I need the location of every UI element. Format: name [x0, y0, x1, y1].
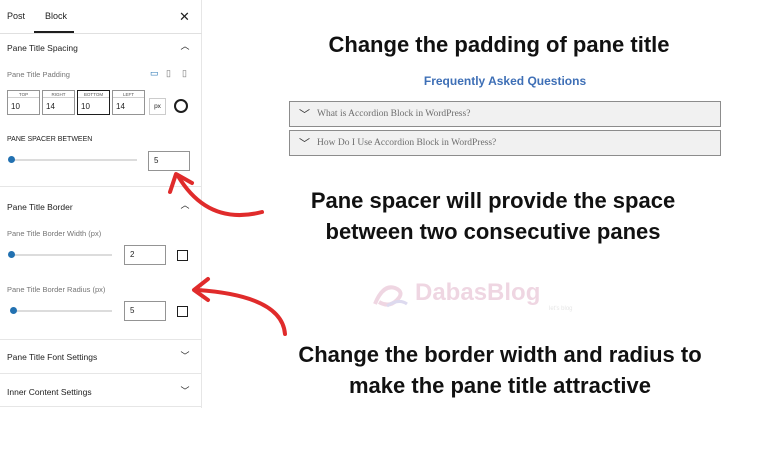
arrow-to-border	[196, 288, 287, 336]
annotation-border-line-1: Change the border width and radius to	[298, 342, 702, 367]
annotation-spacer-line-1: Pane spacer will provide the space	[310, 188, 676, 213]
watermark-subtext: let's blog	[549, 306, 573, 312]
padding-right-value: 14	[46, 102, 55, 111]
chevron-down-icon: ﹀	[299, 109, 310, 121]
border-width-input[interactable]: 2	[124, 245, 166, 265]
border-width-slider-thumb[interactable]	[8, 251, 15, 258]
annotation-spacer: Pane spacer will provide the space betwe…	[262, 185, 724, 247]
close-icon[interactable]: ✕	[179, 9, 190, 25]
padding-right-label: RIGHT	[43, 91, 74, 98]
chevron-down-icon: ﹀	[299, 138, 310, 150]
padding-bottom-value: 10	[81, 102, 90, 111]
link-values-icon[interactable]	[174, 99, 188, 113]
padding-left-value: 14	[116, 102, 125, 111]
tab-post[interactable]: Post	[7, 11, 25, 21]
reset-border-width-button[interactable]	[174, 247, 189, 262]
pane-title: How Do I Use Accordion Block in WordPres…	[317, 138, 497, 148]
padding-top-value: 10	[11, 102, 20, 111]
spacer-slider-thumb[interactable]	[8, 156, 15, 163]
spacer-slider[interactable]	[8, 156, 137, 163]
annotation-spacer-line-2: between two consecutive panes	[325, 219, 661, 244]
pane-title: What is Accordion Block in WordPress?	[317, 109, 471, 119]
padding-label: Pane Title Padding	[7, 70, 70, 79]
page-heading: Change the padding of pane title	[328, 32, 670, 57]
padding-bottom-input[interactable]: BOTTOM 10	[77, 90, 110, 115]
desktop-icon[interactable]: ▭	[150, 68, 159, 79]
border-radius-slider-thumb[interactable]	[10, 307, 17, 314]
annotation-border-line-2: make the pane title attractive	[348, 373, 651, 398]
padding-right-input[interactable]: RIGHT 14	[42, 90, 75, 115]
section-title-inner-content[interactable]: Inner Content Settings	[7, 387, 92, 397]
faq-title: Frequently Asked Questions	[423, 74, 587, 88]
section-divider	[0, 406, 202, 407]
reset-border-radius-button[interactable]	[174, 303, 189, 318]
border-radius-input[interactable]: 5	[124, 301, 166, 321]
section-divider	[0, 186, 202, 187]
accordion-pane[interactable]: ﹀ How Do I Use Accordion Block in WordPr…	[289, 130, 721, 156]
padding-left-input[interactable]: LEFT 14	[112, 90, 145, 115]
chevron-up-icon[interactable]: ︿	[180, 200, 190, 210]
block-inspector-panel: Post Block ✕ Pane Title Spacing ︿ Pane T…	[0, 0, 202, 408]
padding-left-label: LEFT	[113, 91, 144, 98]
chevron-down-icon[interactable]: ﹀	[180, 351, 190, 361]
section-title-border[interactable]: Pane Title Border	[7, 202, 73, 212]
padding-bottom-label: BOTTOM	[78, 91, 109, 98]
section-title-font[interactable]: Pane Title Font Settings	[7, 352, 97, 362]
tab-block[interactable]: Block	[45, 11, 67, 21]
border-radius-label: Pane Title Border Radius (px)	[7, 285, 106, 294]
watermark-logo	[373, 285, 408, 308]
unit-selector-button[interactable]: px	[149, 98, 166, 115]
active-tab-indicator	[34, 31, 74, 33]
tablet-icon[interactable]: ▯	[166, 68, 171, 79]
watermark: DabasBlog let's blog	[371, 276, 601, 316]
chevron-up-icon[interactable]: ︿	[180, 41, 190, 51]
spacer-input[interactable]: 5	[148, 151, 190, 171]
padding-top-input[interactable]: TOP 10	[7, 90, 40, 115]
watermark-text: DabasBlog	[415, 279, 541, 306]
annotation-border: Change the border width and radius to ma…	[232, 339, 768, 401]
padding-top-label: TOP	[8, 91, 39, 98]
border-width-slider[interactable]	[8, 251, 112, 258]
accordion-pane[interactable]: ﹀ What is Accordion Block in WordPress?	[289, 101, 721, 127]
mobile-icon[interactable]: ▯	[182, 68, 187, 79]
border-width-label: Pane Title Border Width (px)	[7, 229, 102, 238]
chevron-down-icon[interactable]: ﹀	[180, 386, 190, 396]
inspector-tabs: Post Block ✕	[0, 0, 202, 34]
section-title-spacing[interactable]: Pane Title Spacing	[7, 43, 78, 53]
section-divider	[0, 373, 202, 374]
border-radius-slider[interactable]	[10, 307, 112, 314]
section-divider	[0, 339, 202, 340]
spacer-label: PANE SPACER BETWEEN	[7, 136, 93, 143]
